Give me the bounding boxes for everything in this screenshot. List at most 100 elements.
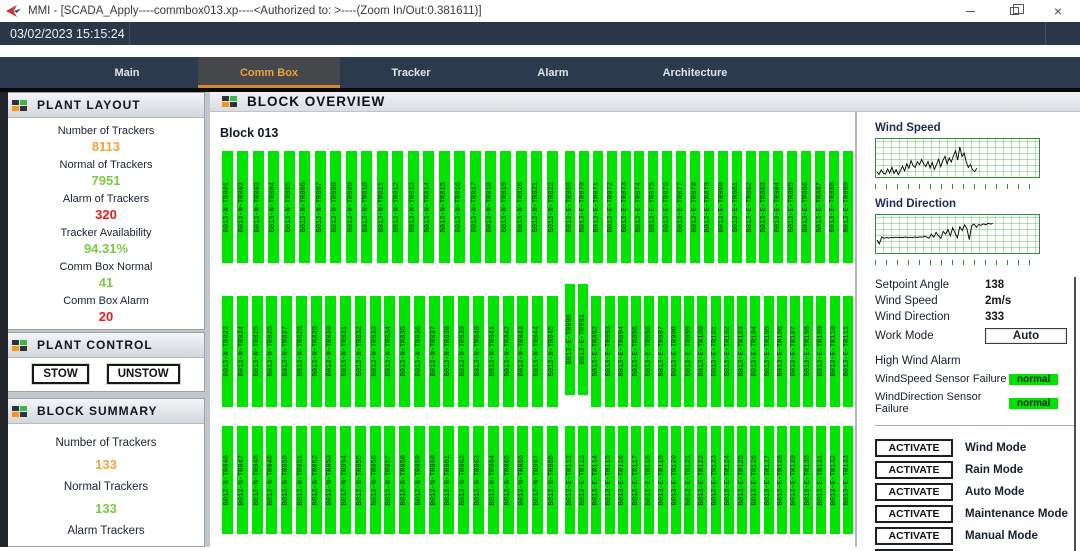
tracker-bar[interactable]: B013-E-TR098 [671,296,681,407]
tracker-bar[interactable]: B013-N-TR056 [370,426,381,534]
tracker-bar[interactable]: B013-N-TR048 [252,426,263,534]
work-mode-selector[interactable]: Auto [985,328,1067,344]
tracker-bar[interactable]: B013-E-TR121 [684,426,694,534]
tracker-bar[interactable]: B013-N-TR068 [547,426,558,534]
tracker-bar[interactable]: B013-E-TR070 [579,151,589,263]
tracker-bar[interactable]: B013-E-TR088 [829,151,839,263]
tracker-bar[interactable]: B013-E-TR101 [711,296,721,407]
tracker-bar[interactable]: B013-E-TR116 [618,426,628,534]
tracker-bar[interactable]: B013-E-TR119 [658,426,668,534]
tracker-bar[interactable]: B013-N-TR030 [325,296,336,407]
tab-main[interactable]: Main [56,57,198,88]
tracker-bar[interactable]: B013-E-TR128 [777,426,787,534]
tracker-bar[interactable]: B013-N-TR051 [296,426,307,534]
tracker-bar[interactable]: B013-N-TR024 [237,296,248,407]
tracker-bar[interactable]: B013-N-TR019 [500,151,511,263]
tracker-bar[interactable]: B013-N-TR033 [370,296,381,407]
tracker-bar[interactable]: B013-E-TR089 [843,151,853,263]
tracker-bar[interactable]: B013-E-TR073 [621,151,631,263]
tracker-bar[interactable]: B013-N-TR045 [547,296,558,407]
tracker-bar[interactable]: B013-E-TR113 [578,426,588,534]
tracker-bar[interactable]: B013-N-TR066 [517,426,528,534]
tracker-bar[interactable]: B013-N-TR060 [429,426,440,534]
tracker-bar[interactable]: B013-E-TR111 [843,296,853,407]
tracker-bar[interactable]: B013-N-TR047 [237,426,248,534]
tracker-bar[interactable]: B013-E-TR122 [697,426,707,534]
close-icon[interactable]: × [1036,0,1080,22]
tracker-bar[interactable]: B013-N-TR010 [361,151,372,263]
tracker-bar[interactable]: B013-N-TR053 [325,426,336,534]
tracker-bar[interactable]: B013-N-TR039 [458,296,469,407]
tracker-bar[interactable]: B013-E-TR117 [631,426,641,534]
tracker-bar[interactable]: B013-E-TR109 [816,296,826,407]
tracker-bar[interactable]: B013-E-TR076 [662,151,672,263]
tracker-bar[interactable]: B013-E-TR129 [790,426,800,534]
tracker-bar[interactable]: B013-E-TR079 [704,151,714,263]
tracker-bar[interactable]: B013-E-TR092 [591,296,601,407]
tracker-bar[interactable]: B013-N-TR017 [470,151,481,263]
tracker-bar[interactable]: B013-N-TR012 [392,151,403,263]
tracker-bar[interactable]: B013-E-TR107 [790,296,800,407]
tracker-bar[interactable]: B013-E-TR133 [843,426,853,534]
tracker-bar[interactable]: B013-E-TR077 [676,151,686,263]
tracker-bar[interactable]: B013-N-TR059 [414,426,425,534]
tracker-bar[interactable]: B013-N-TR011 [377,151,388,263]
tracker-bar[interactable]: B013-E-TR118 [644,426,654,534]
tracker-bar[interactable]: B013-E-TR085 [787,151,797,263]
tracker-bar[interactable]: B013-E-TR108 [803,296,813,407]
tracker-bar[interactable]: B013-N-TR064 [488,426,499,534]
tracker-bar[interactable]: B013-N-TR005 [284,151,295,263]
tracker-bar[interactable]: B013-N-TR042 [503,296,514,407]
activate-rain-mode-button[interactable]: ACTIVATE [875,461,953,479]
tracker-bar[interactable]: B013-E-TR125 [737,426,747,534]
tracker-bar[interactable]: B013-N-TR057 [384,426,395,534]
tracker-bar[interactable]: B013-E-TR072 [607,151,617,263]
tracker-bar[interactable]: B013-E-TR120 [671,426,681,534]
tracker-bar[interactable]: B013-N-TR001 [222,151,233,263]
tracker-bar[interactable]: B013-E-TR104 [750,296,760,407]
tracker-bar[interactable]: B013-E-TR110 [830,296,840,407]
tracker-bar[interactable]: B013-E-TR082 [746,151,756,263]
tracker-bar[interactable]: B013-E-TR083 [759,151,769,263]
tracker-bar[interactable]: B013-N-TR036 [414,296,425,407]
tracker-bar[interactable]: B013-E-TR074 [634,151,644,263]
tab-comm-box[interactable]: Comm Box [198,57,340,88]
activate-manual-mode-button[interactable]: ACTIVATE [875,527,953,545]
tracker-bar[interactable]: B013-N-TR061 [443,426,454,534]
tracker-bar[interactable]: B013-E-TR102 [724,296,734,407]
tracker-bar[interactable]: B013-E-TR086 [801,151,811,263]
tracker-bar[interactable]: B013-N-TR008 [330,151,341,263]
activate-auto-mode-button[interactable]: ACTIVATE [875,483,953,501]
tracker-bar[interactable]: B013-N-TR004 [268,151,279,263]
tracker-bar[interactable]: B013-N-TR063 [473,426,484,534]
tracker-bar[interactable]: B013-N-TR002 [237,151,248,263]
tracker-bar[interactable]: B013-N-TR035 [399,296,410,407]
tracker-bar[interactable]: B013-E-TR114 [591,426,601,534]
tracker-bar[interactable]: B013-E-TR126 [750,426,760,534]
tab-tracker[interactable]: Tracker [340,57,482,88]
tracker-bar[interactable]: B013-E-TR112 [565,426,575,534]
activate-wind-mode-button[interactable]: ACTIVATE [875,439,953,457]
tracker-bar[interactable]: B013-E-TR105 [764,296,774,407]
tracker-bar[interactable]: B013-E-TR087 [815,151,825,263]
tracker-bar[interactable]: B013-E-TR075 [648,151,658,263]
tracker-bar[interactable]: B013-N-TR026 [266,296,277,407]
tracker-bar[interactable]: B013-E-TR080 [718,151,728,263]
tracker-bar[interactable]: B013-E-TR078 [690,151,700,263]
tracker-bar[interactable]: B013-N-TR054 [340,426,351,534]
restore-icon[interactable] [992,0,1036,22]
tracker-bar[interactable]: B013-E-TR096 [644,296,654,407]
tracker-bar[interactable]: B013-E-TR099 [684,296,694,407]
tracker-bar[interactable]: B013-E-TR071 [593,151,603,263]
tab-alarm[interactable]: Alarm [482,57,624,88]
tracker-bar[interactable]: B013-N-TR020 [516,151,527,263]
unstow-button[interactable]: UNSTOW [107,364,180,384]
tracker-bar[interactable]: B013-N-TR046 [222,426,233,534]
tab-architecture[interactable]: Architecture [624,57,766,88]
tracker-bar[interactable]: B013-E-TR097 [658,296,668,407]
tracker-bar[interactable]: B013-N-TR025 [252,296,263,407]
activate-maintenance-mode-button[interactable]: ACTIVATE [875,505,953,523]
tracker-bar[interactable]: B013-N-TR067 [532,426,543,534]
tracker-bar[interactable]: B013-E-TR115 [605,426,615,534]
tracker-bar[interactable]: B013-N-TR052 [311,426,322,534]
